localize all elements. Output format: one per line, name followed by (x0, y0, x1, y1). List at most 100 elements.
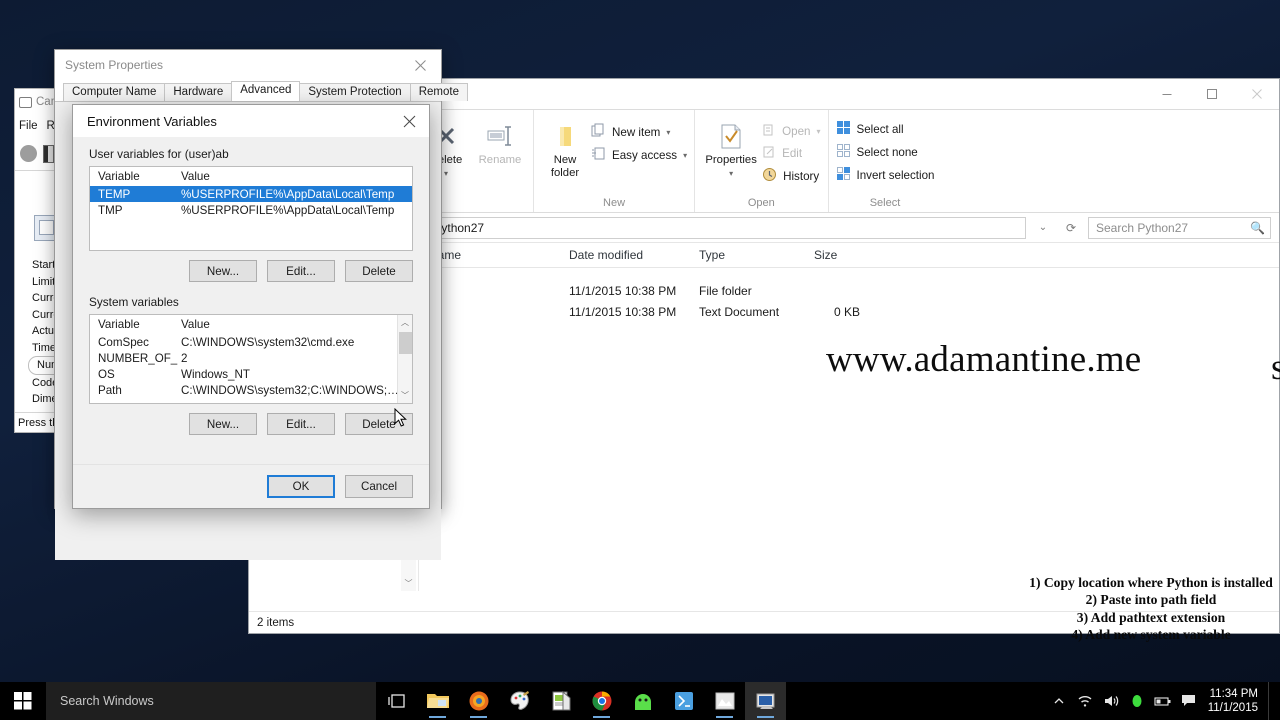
select-all-button[interactable]: Select all (836, 120, 935, 138)
address-input[interactable]: ocal Disk (C:) › Python27 (341, 216, 1026, 239)
chevron-down-icon[interactable]: ▾ (666, 128, 670, 137)
user-variables-buttons[interactable]: New... Edit... Delete (89, 260, 413, 282)
open-button[interactable]: Open ▾ (762, 123, 821, 140)
scroll-down-icon[interactable]: ﹀ (401, 576, 416, 591)
address-dropdown-icon[interactable]: ⌄ (1032, 217, 1054, 239)
record-circle-icon[interactable] (20, 145, 37, 162)
chevron-down-icon[interactable]: ▾ (683, 151, 687, 160)
scrollbar-thumb[interactable] (399, 332, 412, 354)
tab-computer-name[interactable]: Computer Name (63, 83, 166, 101)
ribbon-group-new[interactable]: New folder New item ▾ Easy access ▾ New (534, 110, 696, 212)
file-list-header[interactable]: Name Date modified Type Size (419, 243, 1279, 268)
user-delete-button[interactable]: Delete (345, 260, 413, 282)
system-variables-header[interactable]: Variable Value (90, 315, 412, 334)
system-edit-button[interactable]: Edit... (267, 413, 335, 435)
system-tray[interactable]: 11:34 PM 11/1/2015 (1046, 682, 1280, 720)
table-row[interactable]: 11/1/2015 10:38 PM Text Document 0 KB (419, 301, 1279, 322)
taskbar-app-system-properties-app[interactable] (745, 682, 786, 720)
user-variable-row-tmp[interactable]: TMP %USERPROFILE%\AppData\Local\Temp (90, 202, 412, 218)
user-variable-row-temp[interactable]: TEMP %USERPROFILE%\AppData\Local\Temp (90, 186, 412, 202)
action-center-icon[interactable] (1176, 682, 1202, 720)
speaker-icon[interactable] (1098, 682, 1124, 720)
camera-menu-file[interactable]: File (19, 120, 38, 132)
scroll-up-icon[interactable]: ︿ (398, 315, 412, 330)
user-col-variable[interactable]: Variable (90, 170, 178, 183)
tab-advanced[interactable]: Advanced (231, 81, 301, 101)
column-size[interactable]: Size (804, 248, 874, 262)
battery-icon[interactable] (1150, 682, 1176, 720)
file-list-pane[interactable]: Name Date modified Type Size 11/1/2015 1… (419, 243, 1279, 591)
table-row[interactable]: 11/1/2015 10:38 PM File folder (419, 280, 1279, 301)
maximize-button[interactable] (1189, 79, 1234, 109)
environment-variables-footer[interactable]: OK Cancel (73, 464, 429, 508)
close-icon[interactable] (389, 105, 429, 137)
system-variables-table[interactable]: Variable Value ComSpec C:\WINDOWS\system… (89, 314, 413, 404)
taskbar-app-paint[interactable] (499, 682, 540, 720)
system-properties-tabs[interactable]: Computer Name Hardware Advanced System P… (55, 80, 468, 102)
taskbar-app-firefox[interactable] (458, 682, 499, 720)
taskbar-app-white-app[interactable] (704, 682, 745, 720)
tab-system-protection[interactable]: System Protection (299, 83, 411, 101)
ok-button[interactable]: OK (267, 475, 335, 498)
scroll-down-icon[interactable]: ﹀ (398, 388, 412, 403)
system-variable-row-os[interactable]: OS Windows_NT (90, 366, 412, 382)
system-variables-scrollbar[interactable]: ︿ ﹀ (397, 315, 412, 403)
properties-button[interactable]: Properties ▾ (702, 114, 760, 180)
column-date-modified[interactable]: Date modified (559, 248, 689, 262)
taskbar[interactable]: Search Windows 11:34 PM 11/1/2015 (0, 682, 1280, 720)
cancel-button[interactable]: Cancel (345, 475, 413, 498)
taskbar-app-blue-app[interactable] (663, 682, 704, 720)
rename-button[interactable]: Rename (474, 114, 526, 167)
tab-remote[interactable]: Remote (409, 83, 468, 101)
green-status-icon[interactable] (1124, 682, 1150, 720)
taskbar-app-green-app[interactable] (622, 682, 663, 720)
user-col-value[interactable]: Value (178, 170, 412, 183)
system-col-value[interactable]: Value (178, 318, 412, 331)
wifi-icon[interactable] (1072, 682, 1098, 720)
close-button[interactable] (1234, 79, 1279, 109)
user-variables-table[interactable]: Variable Value TEMP %USERPROFILE%\AppDat… (89, 166, 413, 251)
task-view-button[interactable] (376, 682, 417, 720)
open-small-commands[interactable]: Open ▾ Edit History (762, 114, 821, 185)
clock[interactable]: 11:34 PM 11/1/2015 (1202, 687, 1268, 715)
search-input[interactable]: Search Python27 🔍 (1088, 216, 1271, 239)
easy-access-button[interactable]: Easy access ▾ (591, 146, 687, 164)
system-variable-row-comspec[interactable]: ComSpec C:\WINDOWS\system32\cmd.exe (90, 334, 412, 350)
select-none-button[interactable]: Select none (836, 143, 935, 161)
user-new-button[interactable]: New... (189, 260, 257, 282)
refresh-icon[interactable]: ⟳ (1060, 217, 1082, 239)
ribbon-group-label-open: Open (747, 197, 775, 209)
start-button[interactable] (0, 682, 46, 720)
column-type[interactable]: Type (689, 248, 804, 262)
taskbar-app-notepad-document[interactable] (540, 682, 581, 720)
history-button[interactable]: History (762, 167, 820, 185)
taskbar-app-chrome[interactable] (581, 682, 622, 720)
search-windows-box[interactable]: Search Windows (46, 682, 376, 720)
system-col-variable[interactable]: Variable (90, 318, 178, 331)
edit-button[interactable]: Edit (762, 145, 820, 162)
search-icon[interactable]: 🔍 (1250, 221, 1265, 235)
invert-selection-button[interactable]: Invert selection (836, 166, 934, 184)
system-new-button[interactable]: New... (189, 413, 257, 435)
system-properties-title: System Properties (65, 58, 164, 72)
new-item-button[interactable]: New item ▾ (591, 123, 687, 141)
invert-selection-icon (836, 166, 851, 184)
user-edit-button[interactable]: Edit... (267, 260, 335, 282)
system-variable-row-number-of-processors[interactable]: NUMBER_OF_P… 2 (90, 350, 412, 366)
user-variables-header[interactable]: Variable Value (90, 167, 412, 186)
environment-variables-dialog[interactable]: Environment Variables User variables for… (72, 104, 430, 509)
taskbar-app-file-explorer[interactable] (417, 682, 458, 720)
ribbon-group-select[interactable]: Select all Select none Invert selection … (829, 110, 942, 212)
new-small-commands[interactable]: New item ▾ Easy access ▾ (591, 114, 687, 164)
new-folder-button[interactable]: New folder (541, 114, 589, 180)
close-icon[interactable] (399, 50, 441, 80)
chevron-down-icon[interactable]: ▾ (816, 127, 820, 136)
system-variables-buttons[interactable]: New... Edit... Delete (89, 413, 413, 435)
ribbon-group-open[interactable]: Properties ▾ Open ▾ Edit History Open (695, 110, 829, 212)
select-commands[interactable]: Select all Select none Invert selection (836, 114, 935, 184)
tab-hardware[interactable]: Hardware (164, 83, 233, 101)
minimize-button[interactable] (1144, 79, 1189, 109)
show-desktop-button[interactable] (1268, 682, 1276, 720)
show-hidden-icons-button[interactable] (1046, 682, 1072, 720)
system-variable-row-path[interactable]: Path C:\WINDOWS\system32;C:\WINDOWS;… (90, 382, 412, 398)
